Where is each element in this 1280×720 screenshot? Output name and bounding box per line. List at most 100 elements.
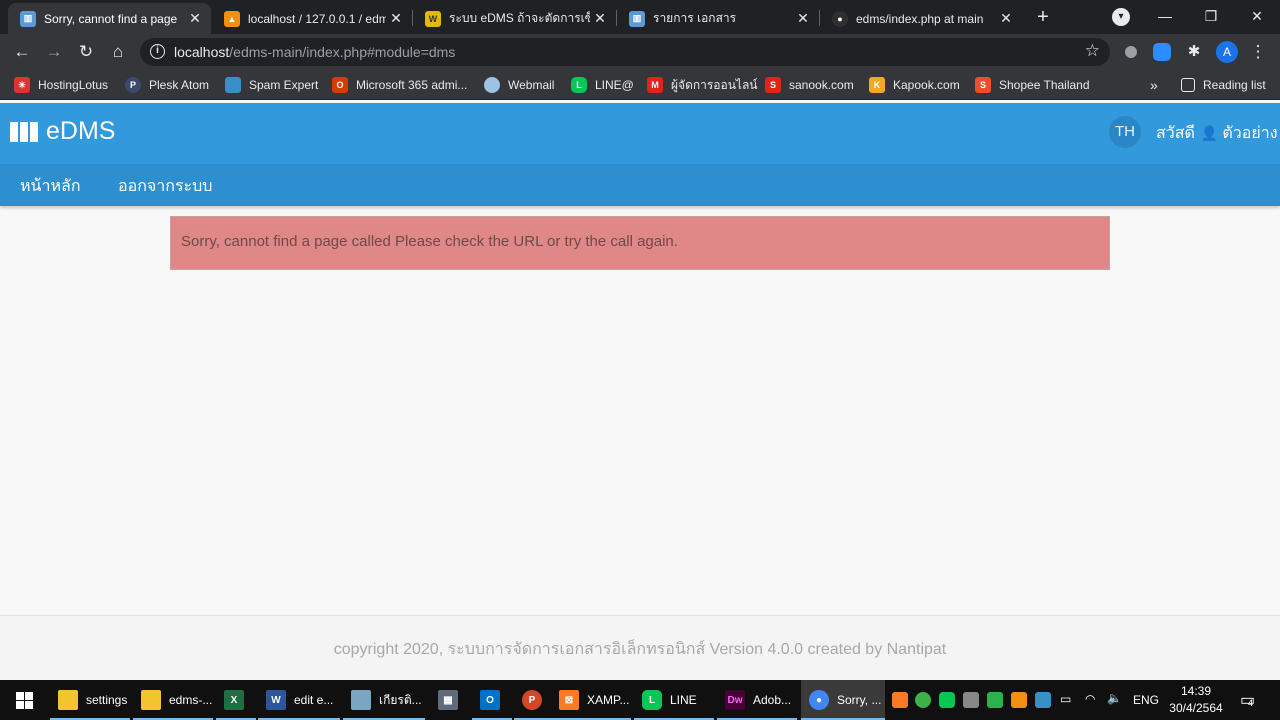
- reading-list-icon: [1181, 78, 1195, 92]
- user-name: ตัวอย่าง: [1222, 125, 1278, 142]
- windows-taskbar: settings edms-... X Wedit e... เกียรติ..…: [0, 680, 1280, 720]
- bookmark-item[interactable]: Spam Expert: [225, 76, 318, 94]
- document-viewer-icon: [351, 690, 371, 710]
- spam-expert-icon: [225, 77, 241, 93]
- taskbar-item[interactable]: เกียรติ...: [343, 680, 425, 720]
- back-icon[interactable]: ←: [10, 40, 34, 64]
- webmail-icon: [484, 77, 500, 93]
- restore-icon[interactable]: ❐: [1188, 0, 1234, 32]
- taskbar-item[interactable]: X: [216, 680, 256, 720]
- reading-list-button[interactable]: Reading list: [1181, 76, 1266, 94]
- extension-icon[interactable]: [1122, 43, 1140, 61]
- browser-tab[interactable]: ▥ Sorry, cannot find a page ✕: [8, 3, 211, 34]
- wifi-icon[interactable]: ◠: [1085, 692, 1095, 706]
- browser-toolbar: ← → ↻ ⌂ i localhost/edms-main/index.php#…: [0, 34, 1280, 70]
- tab-title: edms/index.php at main: [856, 11, 984, 26]
- bookmark-item[interactable]: L LINE@: [571, 76, 634, 94]
- line-tray-icon[interactable]: [939, 692, 955, 708]
- nav-logout[interactable]: ออกจากระบบ: [118, 174, 212, 199]
- monitor-tray-icon[interactable]: [963, 692, 979, 708]
- url-text: localhost/edms-main/index.php#module=dms: [174, 44, 456, 60]
- notification-center-icon[interactable]: ▭ 4: [1240, 690, 1255, 710]
- error-message: Sorry, cannot find a page called Please …: [181, 233, 678, 250]
- start-button[interactable]: [0, 680, 48, 720]
- menu-kebab-icon[interactable]: ⋮: [1246, 40, 1270, 64]
- taskbar-item[interactable]: edms-...: [133, 680, 213, 720]
- bookmark-item[interactable]: M ผู้จัดการออนไลน์: [647, 76, 758, 94]
- new-tab-button[interactable]: +: [1031, 5, 1055, 29]
- more-bookmarks-button[interactable]: »: [1150, 76, 1158, 94]
- bookmark-item[interactable]: Webmail: [484, 76, 554, 94]
- language-switch[interactable]: TH: [1109, 116, 1141, 148]
- close-tab-icon[interactable]: ✕: [185, 10, 205, 27]
- close-tab-icon[interactable]: ✕: [793, 10, 813, 27]
- clock-time: 14:39: [1180, 684, 1212, 698]
- tray-app-icon[interactable]: [1035, 692, 1051, 708]
- binders-icon: [10, 121, 38, 142]
- browser-tab[interactable]: ▥ รายการ เอกสาร ✕: [617, 3, 819, 34]
- taskbar-item[interactable]: P: [514, 680, 554, 720]
- app-brand: eDMS: [46, 117, 116, 145]
- hostinglotus-icon: ✳: [14, 77, 30, 93]
- taskbar-item[interactable]: Dw Adob...: [717, 680, 797, 720]
- forward-icon[interactable]: →: [42, 40, 66, 64]
- xampp-tray-icon[interactable]: [892, 692, 908, 708]
- sanook-icon: S: [765, 77, 781, 93]
- reload-icon[interactable]: ↻: [74, 40, 98, 64]
- tray-app-icon[interactable]: [1011, 692, 1027, 708]
- manager-online-icon: M: [647, 77, 663, 93]
- browser-tab[interactable]: W ระบบ eDMS ถ้าจะตัดการเซ็ตไ ✕: [413, 3, 616, 34]
- taskbar-item[interactable]: ▦: [430, 680, 470, 720]
- app-logo[interactable]: eDMS: [10, 117, 115, 146]
- input-language[interactable]: ENG: [1133, 693, 1159, 707]
- minimize-icon[interactable]: —: [1142, 0, 1188, 32]
- tray-app-icon[interactable]: [915, 692, 931, 708]
- page-footer: copyright 2020, ระบบการจัดการเอกสารอิเล็…: [0, 615, 1280, 680]
- user-menu[interactable]: สวัสดี 👤 ตัวอย่าง: [1156, 121, 1278, 146]
- taskbar-item[interactable]: ⊠ XAMP...: [551, 680, 631, 720]
- bookmark-item[interactable]: P Plesk Atom: [125, 76, 209, 94]
- close-tab-icon[interactable]: ✕: [386, 10, 406, 27]
- powerpoint-icon: P: [522, 690, 542, 710]
- taskbar-item[interactable]: L LINE: [634, 680, 714, 720]
- bookmark-item[interactable]: Ssanook.com: [765, 76, 854, 94]
- close-tab-icon[interactable]: ✕: [590, 10, 610, 27]
- system-clock[interactable]: 14:39 30/4/2564: [1166, 683, 1226, 717]
- taskbar-item[interactable]: Wedit e...: [258, 680, 340, 720]
- close-tab-icon[interactable]: ✕: [996, 10, 1016, 27]
- error-alert: Sorry, cannot find a page called Please …: [170, 216, 1110, 270]
- volume-icon[interactable]: 🔈: [1107, 691, 1122, 705]
- profile-avatar[interactable]: A: [1216, 41, 1238, 63]
- line-app-icon: L: [642, 690, 662, 710]
- extensions-puzzle-icon[interactable]: ✱: [1182, 40, 1206, 64]
- taskbar-item[interactable]: settings: [50, 680, 130, 720]
- excel-icon: X: [224, 690, 244, 710]
- battery-icon[interactable]: ▭: [1060, 692, 1071, 706]
- bookmark-item[interactable]: K Kapook.com: [869, 76, 960, 94]
- app-header: eDMS TH สวัสดี 👤 ตัวอย่าง: [0, 103, 1280, 164]
- browser-tab[interactable]: ● edms/index.php at main ✕: [820, 3, 1022, 34]
- bookmark-star-icon[interactable]: ☆: [1085, 41, 1100, 61]
- nav-home[interactable]: หน้าหลัก: [20, 174, 81, 199]
- plesk-icon: P: [125, 77, 141, 93]
- greeting-text: สวัสดี: [1156, 125, 1195, 142]
- edms-favicon-icon: ▥: [629, 10, 645, 27]
- home-icon[interactable]: ⌂: [106, 40, 130, 64]
- tab-search-icon[interactable]: ▾: [1112, 8, 1130, 26]
- close-window-icon[interactable]: ✕: [1234, 0, 1280, 32]
- taskbar-item[interactable]: ● Sorry, ...: [801, 680, 885, 720]
- bookmark-item[interactable]: S Shopee Thailand: [975, 76, 1090, 94]
- folder-icon: [58, 690, 78, 710]
- taskbar-item[interactable]: O: [472, 680, 512, 720]
- browser-tab[interactable]: ▲ localhost / 127.0.0.1 / edm ✕: [212, 3, 412, 34]
- footer-text: copyright 2020, ระบบการจัดการเอกสารอิเล็…: [333, 641, 947, 658]
- address-bar[interactable]: i localhost/edms-main/index.php#module=d…: [140, 38, 1110, 66]
- site-info-icon[interactable]: i: [150, 44, 165, 59]
- bookmark-item[interactable]: ✳ HostingLotus: [14, 76, 108, 94]
- shield-tray-icon[interactable]: [987, 692, 1003, 708]
- edms-favicon-icon: ▥: [20, 10, 36, 27]
- notification-count: 4: [1248, 698, 1254, 708]
- app-nav: หน้าหลัก ออกจากระบบ: [0, 164, 1280, 206]
- bookmark-item[interactable]: O Microsoft 365 admi...: [332, 76, 467, 94]
- zoom-extension-icon[interactable]: [1153, 43, 1171, 61]
